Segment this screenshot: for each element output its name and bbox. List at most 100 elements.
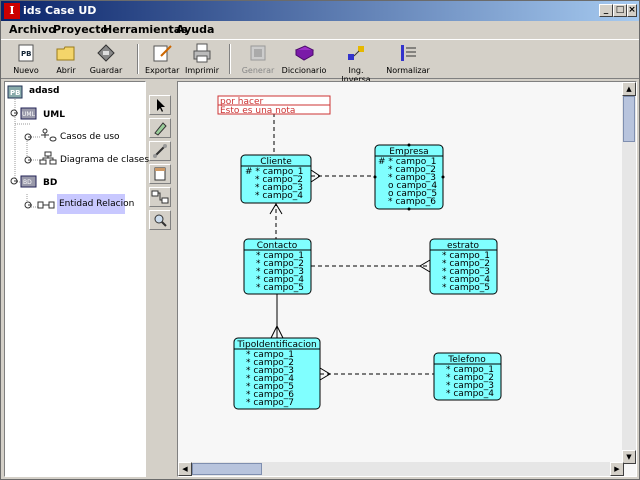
tree-item-diagrama-de-clases[interactable]: Diagrama de clases xyxy=(60,155,149,165)
abrir-label: Abrir xyxy=(56,66,76,75)
menu-archivo[interactable]: Archivo xyxy=(9,23,56,36)
imprimir-label: Imprimir xyxy=(185,66,220,75)
abrir-button[interactable]: Abrir xyxy=(49,42,83,78)
exportar-button[interactable]: Exportar xyxy=(145,42,179,78)
dictionary-book-icon xyxy=(294,45,315,61)
diagram-canvas[interactable]: por hacer Esto es una nota Cliente # * c… xyxy=(177,81,637,477)
printer-icon xyxy=(193,43,211,63)
imprimir-button[interactable]: Imprimir xyxy=(185,42,219,78)
save-disk-icon xyxy=(97,44,115,62)
entity-field: * campo_7 xyxy=(246,398,294,408)
tree-item-entidad-relacion[interactable]: Entidad Relacion xyxy=(57,194,134,214)
normalizar-button[interactable]: Normalizar xyxy=(385,42,431,78)
select-tool-button[interactable] xyxy=(149,95,171,115)
close-button[interactable]: × xyxy=(627,4,637,17)
menu-bar: Archivo Proyecto Herramientas Ayuda xyxy=(1,21,639,39)
reverse-engineering-icon xyxy=(348,46,364,60)
nuevo-button[interactable]: PB Nuevo xyxy=(9,42,43,78)
note-line-2: Esto es una nota xyxy=(220,106,295,116)
tree-uml-label[interactable]: UML xyxy=(43,110,65,120)
guardar-label: Guardar xyxy=(89,66,123,75)
entity-cliente[interactable]: Cliente # * campo_1 * campo_2 * campo_3 … xyxy=(240,154,312,204)
draw-tool-button[interactable] xyxy=(149,118,171,138)
horizontal-scroll-thumb[interactable] xyxy=(192,463,262,475)
entity-name: Telefono xyxy=(447,355,486,365)
entity-name: estrato xyxy=(447,241,479,251)
scroll-up-button[interactable]: ▲ xyxy=(622,82,636,96)
note-box[interactable]: por hacer Esto es una nota xyxy=(217,95,331,116)
new-project-icon: PB xyxy=(18,44,34,62)
entity-relation-icon xyxy=(37,201,55,209)
entity-estrato[interactable]: estrato * campo_1 * campo_2 * campo_3 * … xyxy=(429,238,498,295)
vertical-scroll-thumb[interactable] xyxy=(623,96,635,142)
generar-button[interactable]: Generar xyxy=(239,42,277,78)
title-bar[interactable]: I ids Case UD _ □ × xyxy=(1,1,639,21)
menu-ayuda[interactable]: Ayuda xyxy=(176,23,214,36)
open-folder-icon xyxy=(56,46,75,61)
entity-telefono[interactable]: Telefono * campo_1 * campo_2 * campo_3 *… xyxy=(433,352,502,401)
tree-bd-label[interactable]: BD xyxy=(43,178,57,188)
entity-empresa[interactable]: Empresa # * campo_1 * campo_2 * campo_3 … xyxy=(373,143,445,211)
expand-toggle-icon[interactable] xyxy=(9,176,19,186)
normalizar-label: Normalizar xyxy=(386,66,430,75)
link-icon xyxy=(153,144,167,158)
svg-text:UML: UML xyxy=(22,111,36,118)
tool-palette xyxy=(149,91,173,471)
relation-tool-button[interactable] xyxy=(149,187,171,207)
menu-herramientas[interactable]: Herramientas xyxy=(103,23,188,36)
zoom-tool-button[interactable] xyxy=(149,210,171,230)
entity-field: * campo_4 xyxy=(446,389,494,399)
project-tree: PB adasd UML UML Casos de uso Diagrama d… xyxy=(4,81,149,477)
menu-proyecto[interactable]: Proyecto xyxy=(53,23,108,36)
entity-field: * campo_4 xyxy=(255,191,303,201)
exportar-label: Exportar xyxy=(145,66,180,75)
entity-contacto[interactable]: Contacto * campo_1 * campo_2 * campo_3 *… xyxy=(243,238,312,295)
entity-field: * campo_6 xyxy=(388,197,436,207)
er-diagram: por hacer Esto es una nota Cliente # * c… xyxy=(217,95,502,410)
entity-tool-button[interactable] xyxy=(149,164,171,184)
expand-toggle-icon[interactable] xyxy=(9,108,19,118)
ing-inversa-button[interactable]: Ing. Inversa xyxy=(333,42,379,84)
tree-root-label[interactable]: adasd xyxy=(29,86,59,96)
tree-item-casos-de-uso[interactable]: Casos de uso xyxy=(60,132,120,142)
expand-toggle-icon[interactable] xyxy=(23,132,33,142)
link-tool-button[interactable] xyxy=(149,141,171,161)
toolbar-separator xyxy=(229,44,231,74)
entity-tipoidentificacion[interactable]: TipoIdentificacion * campo_1 * campo_2 *… xyxy=(233,337,321,410)
pencil-icon xyxy=(154,122,167,136)
generar-label: Generar xyxy=(241,66,275,75)
toolbar-separator xyxy=(137,44,139,74)
relation-icon xyxy=(151,190,169,204)
class-diagram-icon xyxy=(39,151,57,165)
svg-text:PB: PB xyxy=(10,89,20,97)
expand-toggle-icon[interactable] xyxy=(23,200,33,210)
normalize-icon xyxy=(401,45,416,61)
app-window: I ids Case UD _ □ × Archivo Proyecto Her… xyxy=(0,0,640,480)
nuevo-label: Nuevo xyxy=(13,66,39,75)
entity-field: * campo_5 xyxy=(256,283,304,293)
scroll-left-button[interactable]: ◀ xyxy=(178,462,192,476)
uml-folder-icon: UML xyxy=(20,107,37,120)
generate-icon xyxy=(250,45,266,61)
entity-field: * campo_5 xyxy=(442,283,490,293)
zoom-icon xyxy=(154,214,167,227)
vertical-scrollbar[interactable]: ▲ ▼ xyxy=(622,82,636,464)
guardar-button[interactable]: Guardar xyxy=(89,42,123,78)
scroll-down-button[interactable]: ▼ xyxy=(622,450,636,464)
minimize-button[interactable]: _ xyxy=(599,4,613,17)
maximize-button[interactable]: □ xyxy=(613,4,627,17)
expand-toggle-icon[interactable] xyxy=(23,155,33,165)
scroll-right-button[interactable]: ▶ xyxy=(610,462,624,476)
svg-text:BD: BD xyxy=(23,179,32,186)
horizontal-scrollbar[interactable]: ◀ ▶ xyxy=(178,462,624,476)
project-icon: PB xyxy=(7,85,23,99)
entity-name: Cliente xyxy=(260,157,292,167)
entity-name: TipoIdentificacion xyxy=(236,340,316,350)
bd-folder-icon: BD xyxy=(20,175,37,188)
svg-text:PB: PB xyxy=(21,50,31,58)
entity-name: Contacto xyxy=(257,241,298,251)
window-title: ids Case UD xyxy=(23,4,97,17)
diccionario-label: Diccionario xyxy=(281,66,327,75)
toolbar: PB Nuevo Abrir Guardar Exportar Imprimir… xyxy=(1,39,639,84)
diccionario-button[interactable]: Diccionario xyxy=(281,42,327,78)
